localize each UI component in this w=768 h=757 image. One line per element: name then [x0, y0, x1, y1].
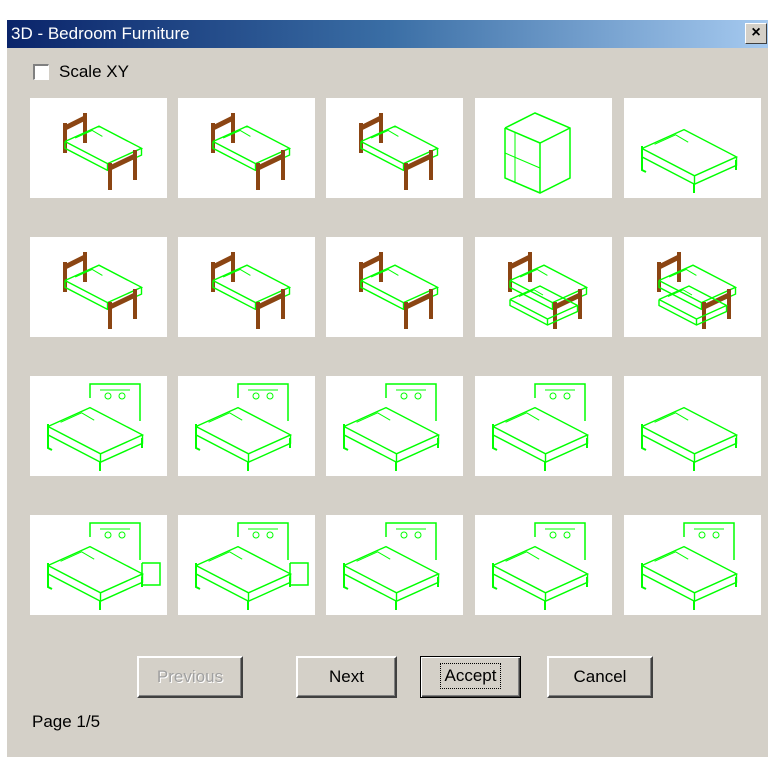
furniture-thumbnail-image — [63, 113, 144, 190]
furniture-thumbnail-image — [211, 113, 292, 190]
furniture-thumbnail[interactable] — [30, 98, 167, 198]
scale-xy-option[interactable]: Scale XY — [33, 60, 129, 84]
furniture-thumbnail-image — [195, 522, 309, 610]
window-title: 3D - Bedroom Furniture — [11, 24, 190, 43]
furniture-thumbnail[interactable] — [178, 98, 315, 198]
accept-button[interactable]: Accept — [420, 656, 521, 698]
furniture-thumbnail-image — [508, 252, 589, 329]
furniture-thumbnail-image — [492, 383, 590, 471]
next-button-label: Next — [329, 667, 364, 686]
furniture-thumbnail-image — [211, 252, 292, 329]
next-button[interactable]: Next — [296, 656, 397, 698]
furniture-thumbnail[interactable] — [624, 237, 761, 337]
cancel-button-label: Cancel — [573, 667, 627, 686]
furniture-thumbnail[interactable] — [475, 237, 612, 337]
furniture-thumbnail[interactable] — [624, 98, 761, 198]
furniture-thumbnail[interactable] — [475, 515, 612, 615]
furniture-thumbnail-image — [359, 252, 440, 329]
furniture-thumbnail[interactable] — [475, 98, 612, 198]
furniture-thumbnail[interactable] — [624, 515, 761, 615]
furniture-thumbnail-image — [504, 112, 571, 194]
previous-button[interactable]: Previous — [137, 656, 243, 698]
furniture-thumbnail[interactable] — [475, 376, 612, 476]
furniture-thumbnail-image — [343, 383, 441, 471]
page-indicator: Page 1/5 — [32, 712, 101, 731]
furniture-thumbnail[interactable] — [326, 98, 463, 198]
previous-button-label: Previous — [156, 667, 224, 686]
furniture-thumbnail-image — [359, 113, 440, 190]
scale-xy-label: Scale XY — [59, 62, 129, 81]
furniture-thumbnail-image — [47, 522, 161, 610]
furniture-thumbnail-image — [641, 128, 739, 193]
furniture-thumbnail-image — [47, 383, 145, 471]
furniture-thumbnail[interactable] — [624, 376, 761, 476]
furniture-thumbnail[interactable] — [30, 376, 167, 476]
furniture-thumbnail-image — [657, 252, 738, 329]
furniture-thumbnail-image — [195, 383, 293, 471]
furniture-thumbnail[interactable] — [178, 237, 315, 337]
furniture-thumbnail[interactable] — [30, 515, 167, 615]
furniture-thumbnail-image — [492, 522, 590, 610]
close-button[interactable]: × — [745, 23, 767, 44]
furniture-thumbnail[interactable] — [326, 515, 463, 615]
furniture-thumbnail[interactable] — [326, 376, 463, 476]
furniture-thumbnail[interactable] — [30, 237, 167, 337]
furniture-thumbnail-image — [641, 406, 739, 471]
furniture-thumbnail-image — [63, 252, 144, 329]
furniture-thumbnail[interactable] — [178, 376, 315, 476]
furniture-thumbnail-image — [641, 522, 739, 610]
furniture-thumbnail-image — [343, 522, 441, 610]
scale-xy-checkbox[interactable] — [33, 64, 49, 80]
accept-button-label: Accept — [439, 663, 502, 689]
close-icon: × — [751, 24, 761, 41]
furniture-thumbnail[interactable] — [178, 515, 315, 615]
furniture-thumbnail[interactable] — [326, 237, 463, 337]
title-bar[interactable]: 3D - Bedroom Furniture × — [7, 20, 768, 48]
dialog-window: 3D - Bedroom Furniture × Scale XY Previo… — [6, 19, 768, 757]
cancel-button[interactable]: Cancel — [547, 656, 653, 698]
